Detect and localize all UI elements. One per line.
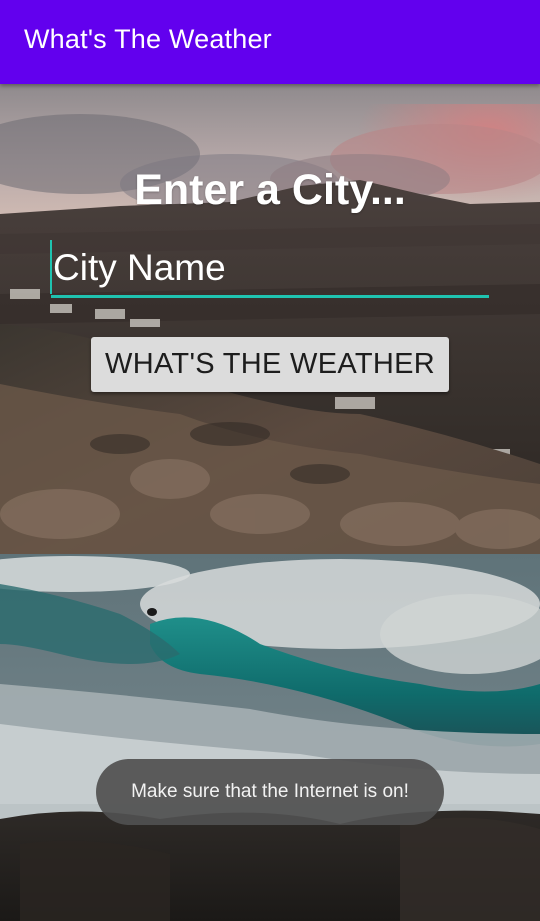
text-cursor xyxy=(50,240,52,294)
toast-text: Make sure that the Internet is on! xyxy=(131,781,409,802)
toast-message: Make sure that the Internet is on! xyxy=(96,759,444,825)
whats-the-weather-button[interactable]: WHAT'S THE WEATHER xyxy=(91,337,449,392)
city-name-input[interactable] xyxy=(51,240,489,298)
page-heading: Enter a City... xyxy=(134,166,406,214)
app-bar: What's The Weather xyxy=(0,0,540,84)
app-screen: What's The Weather Enter a City... WHAT'… xyxy=(0,0,540,921)
app-title: What's The Weather xyxy=(24,24,272,54)
